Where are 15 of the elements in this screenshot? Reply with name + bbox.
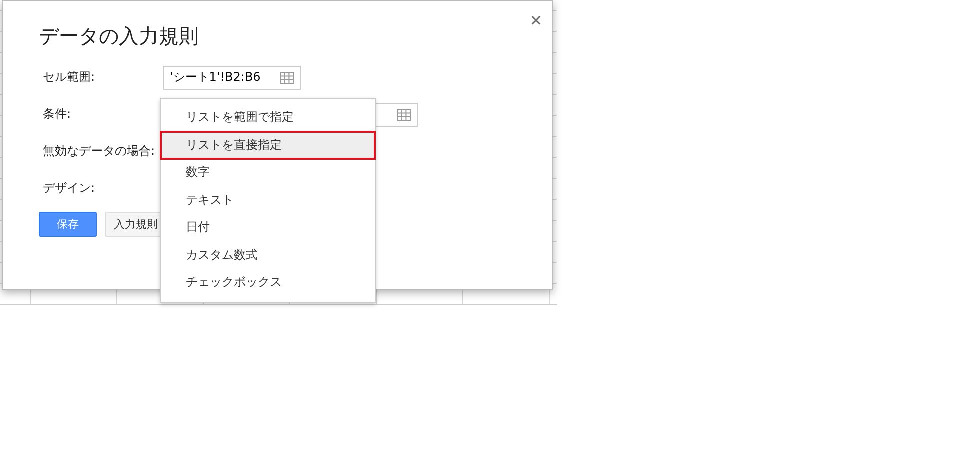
close-button[interactable]: × bbox=[530, 11, 542, 31]
field-label: 条件: bbox=[42, 106, 72, 123]
menu-item[interactable]: リストを直接指定 bbox=[161, 132, 375, 159]
field-label: デザイン: bbox=[42, 180, 96, 197]
field-label: セル範囲: bbox=[42, 69, 96, 86]
menu-item[interactable]: テキスト bbox=[161, 186, 375, 214]
menu-item[interactable]: リストを範囲で指定 bbox=[161, 104, 375, 132]
grid-icon bbox=[397, 108, 411, 120]
menu-item[interactable]: 数字 bbox=[161, 159, 375, 186]
field-label: 無効なデータの場合: bbox=[42, 143, 156, 160]
menu-item[interactable]: カスタム数式 bbox=[161, 242, 375, 269]
dialog-title: データの入力規則 bbox=[39, 23, 200, 50]
grid-icon bbox=[280, 72, 294, 84]
range-field[interactable]: 'シート1'!B2:B6 bbox=[163, 66, 301, 90]
menu-item[interactable]: チェックボックス bbox=[161, 269, 375, 296]
